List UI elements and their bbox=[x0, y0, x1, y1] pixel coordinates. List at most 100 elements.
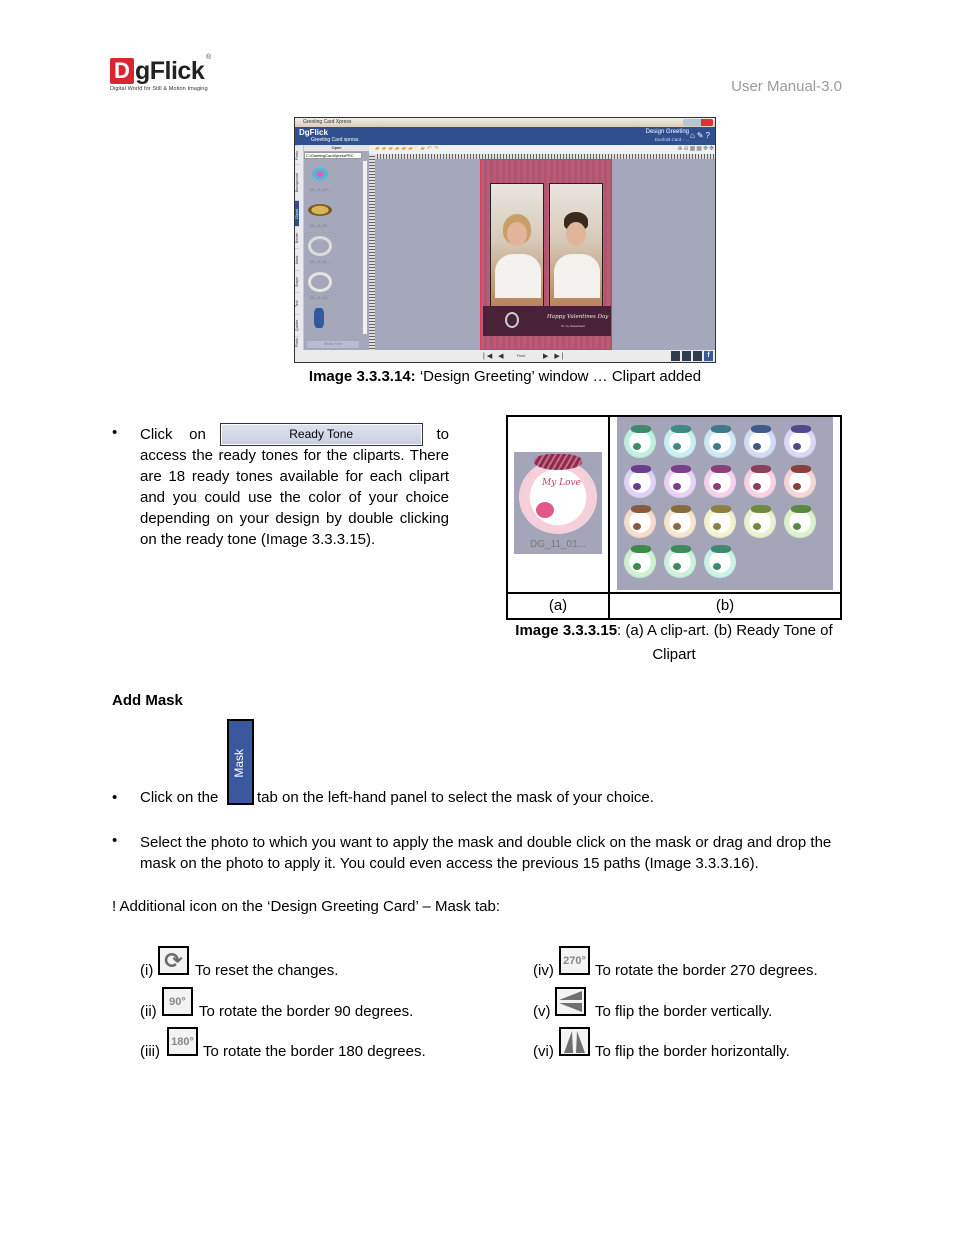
flower-graphic bbox=[793, 523, 801, 530]
export-pdf-icon bbox=[693, 351, 702, 361]
flower-graphic bbox=[633, 443, 641, 450]
flower-graphic bbox=[673, 563, 681, 570]
ready-tone-swatch[interactable] bbox=[665, 465, 695, 497]
clipart-thumb bbox=[306, 306, 360, 342]
ready-tone-button[interactable]: Ready Tone bbox=[219, 423, 423, 446]
ready-tone-swatch[interactable] bbox=[625, 465, 655, 497]
app-toolbar: ▰▰▰▰▰▰◌▰↶↷ ⊕⊖▦▦✥✥ bbox=[369, 145, 715, 154]
bow-graphic bbox=[671, 545, 691, 553]
ready-tone-swatch[interactable] bbox=[665, 425, 695, 457]
ready-tone-swatch[interactable] bbox=[665, 505, 695, 537]
greeting-card-canvas: Happy Valentines Day To my Sweetheart bbox=[480, 159, 612, 350]
ready-tone-swatch[interactable] bbox=[785, 505, 815, 537]
bow-graphic bbox=[791, 505, 811, 513]
help-icon: ? bbox=[705, 131, 712, 140]
to-text: to bbox=[436, 426, 449, 443]
ready-tone-swatch[interactable] bbox=[705, 545, 735, 577]
flower-graphic bbox=[793, 483, 801, 490]
zoom-icons: ⊕⊖▦▦✥✥ bbox=[677, 146, 715, 152]
clipart-text: My Love bbox=[542, 478, 581, 488]
icon-item-text: To rotate the border 90 degrees. bbox=[199, 1003, 414, 1020]
flower-graphic bbox=[673, 483, 681, 490]
clipart-label: DG_11_01... bbox=[530, 539, 586, 550]
app-header: DgFlick Greeting Card xpress Design Gree… bbox=[295, 127, 715, 145]
icon-item-num: (i) bbox=[140, 962, 154, 979]
ready-tone-swatch[interactable] bbox=[625, 425, 655, 457]
reset-icon: ⟳ bbox=[158, 946, 189, 975]
side-tab: Photo bbox=[295, 336, 299, 348]
mask-tab-button[interactable]: Mask bbox=[227, 719, 254, 805]
facebook-icon: f bbox=[704, 351, 713, 361]
bullet: • bbox=[112, 424, 118, 441]
bow-graphic bbox=[671, 425, 691, 433]
mask-step1-post: tab on the left-hand panel to select the… bbox=[257, 789, 654, 806]
window-titlebar: Greeting Card Xpress bbox=[295, 118, 715, 127]
rotate-90-icon: 90° bbox=[162, 987, 193, 1016]
ready-tone-swatch[interactable] bbox=[705, 465, 735, 497]
bow-graphic bbox=[671, 505, 691, 513]
open-label: Open bbox=[304, 145, 369, 151]
rotate-270-icon: 270° bbox=[559, 946, 590, 975]
page-label: Front bbox=[517, 354, 526, 358]
ready-tone-swatch[interactable] bbox=[625, 505, 655, 537]
bow-graphic bbox=[711, 465, 731, 473]
dgflick-logo: D gFlick ® Digital World for Still & Mot… bbox=[110, 54, 212, 96]
side-tab: Shape bbox=[295, 270, 299, 292]
logo-tagline: Digital World for Still & Motion Imaging bbox=[110, 86, 208, 92]
table-label-row: (a) (b) bbox=[508, 592, 840, 618]
nav-next-icons: ▶ ▶| bbox=[543, 353, 566, 360]
icon-item-num: (iv) bbox=[533, 962, 554, 979]
flower-graphic bbox=[713, 483, 721, 490]
ready-tone-swatch[interactable] bbox=[745, 425, 775, 457]
mask-step2: Select the photo to which you want to ap… bbox=[140, 834, 832, 872]
clipart-thumb: DG_11_04... bbox=[306, 270, 360, 306]
ready-tone-body: access the ready tones for the cliparts.… bbox=[140, 447, 449, 548]
bow-graphic bbox=[711, 545, 731, 553]
icon-item-num: (v) bbox=[533, 1003, 551, 1020]
label-a: (a) bbox=[508, 594, 610, 618]
flower-graphic bbox=[753, 443, 761, 450]
window-controls bbox=[683, 119, 713, 126]
ready-tone-swatch[interactable] bbox=[745, 505, 775, 537]
bow-graphic bbox=[671, 465, 691, 473]
ready-tone-swatch[interactable] bbox=[785, 465, 815, 497]
flower-graphic bbox=[793, 443, 801, 450]
registered-mark: ® bbox=[206, 54, 212, 61]
side-tab: Quotes bbox=[295, 314, 299, 336]
side-tab: Background bbox=[295, 164, 299, 200]
bow-graphic bbox=[711, 505, 731, 513]
app-product: Greeting Card xpress bbox=[311, 137, 359, 143]
save-icons: f bbox=[671, 351, 713, 361]
flower-graphic bbox=[633, 523, 641, 530]
ready-tone-swatch[interactable] bbox=[705, 425, 735, 457]
clipart-thumb: DG_11_01... bbox=[306, 234, 360, 270]
ready-tone-swatch[interactable] bbox=[625, 545, 655, 577]
ready-tone-swatch[interactable] bbox=[745, 465, 775, 497]
table-cell-b bbox=[610, 417, 840, 592]
icon-item-text: To rotate the border 180 degrees. bbox=[203, 1043, 426, 1060]
ruler-vertical bbox=[369, 154, 375, 350]
ready-tone-swatch[interactable] bbox=[785, 425, 815, 457]
flower-graphic bbox=[713, 523, 721, 530]
side-tab: Text bbox=[295, 292, 299, 314]
mask-tab-label: Mask bbox=[232, 749, 246, 778]
bow-graphic bbox=[791, 465, 811, 473]
save-icon bbox=[671, 351, 680, 361]
clipart-thumb: DG_11_02... bbox=[306, 198, 360, 234]
bow-graphic bbox=[791, 425, 811, 433]
flower-graphic bbox=[713, 443, 721, 450]
rotate-180-icon: 180° bbox=[167, 1027, 198, 1056]
nav-prev-icons: |◀ ◀ bbox=[483, 353, 506, 360]
mode-title: Design Greeting bbox=[645, 129, 689, 135]
logo-text: gFlick bbox=[135, 57, 205, 85]
logo-letter: D bbox=[110, 58, 134, 84]
wrench-icon: ✎ bbox=[696, 131, 706, 140]
ready-tone-swatch[interactable] bbox=[665, 545, 695, 577]
bow-graphic bbox=[631, 425, 651, 433]
ready-tone-swatch[interactable] bbox=[705, 505, 735, 537]
flower-graphic bbox=[673, 443, 681, 450]
card-subtext: To my Sweetheart bbox=[561, 324, 586, 328]
mask-step1-pre: Click on the bbox=[140, 789, 219, 806]
icon-item-text: To flip the border horizontally. bbox=[595, 1043, 790, 1060]
flower-graphic bbox=[536, 502, 554, 518]
